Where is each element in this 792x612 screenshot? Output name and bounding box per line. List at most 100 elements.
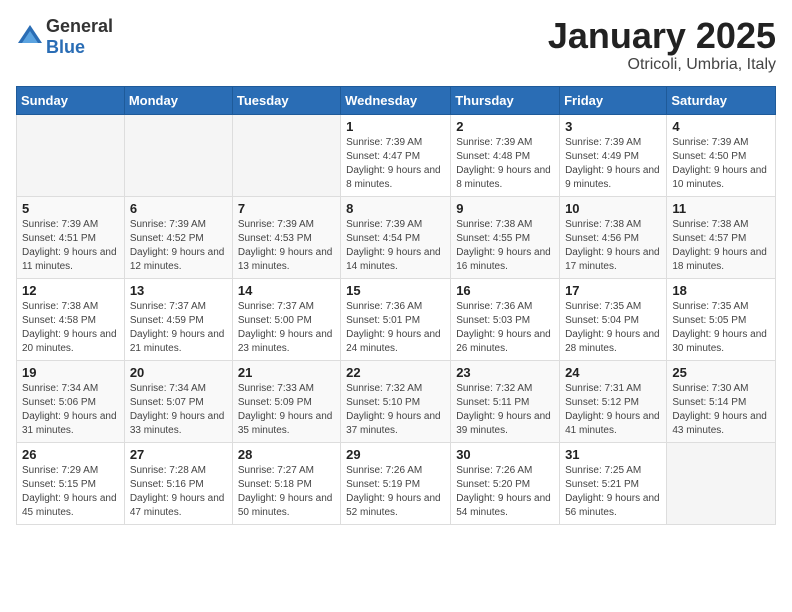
calendar-day-cell: 21 Sunrise: 7:33 AM Sunset: 5:09 PM Dayli… xyxy=(232,360,340,442)
calendar-day-cell: 28 Sunrise: 7:27 AM Sunset: 5:18 PM Dayli… xyxy=(232,442,340,524)
calendar-header-row: SundayMondayTuesdayWednesdayThursdayFrid… xyxy=(17,86,776,114)
day-info: Sunrise: 7:39 AM Sunset: 4:50 PM Dayligh… xyxy=(672,136,770,192)
day-number: 15 xyxy=(346,283,445,298)
day-number: 9 xyxy=(456,201,554,216)
calendar-day-cell: 30Sunrise: 7:26 AM Sunset: 5:20 PM Dayli… xyxy=(451,442,560,524)
calendar-day-cell: 25 Sunrise: 7:30 AM Sunset: 5:14 PM Dayli… xyxy=(667,360,776,442)
day-number: 26 xyxy=(22,447,119,462)
day-info: Sunrise: 7:36 AM Sunset: 5:03 PM Dayligh… xyxy=(456,300,554,356)
weekday-header: Sunday xyxy=(17,86,125,114)
calendar-day-cell: 1 Sunrise: 7:39 AM Sunset: 4:47 PM Daylig… xyxy=(341,114,451,196)
calendar-day-cell xyxy=(232,114,340,196)
day-info: Sunrise: 7:26 AM Sunset: 5:19 PM Dayligh… xyxy=(346,464,445,520)
calendar-day-cell: 5 Sunrise: 7:39 AM Sunset: 4:51 PM Daylig… xyxy=(17,196,125,278)
calendar-day-cell: 23 Sunrise: 7:32 AM Sunset: 5:11 PM Dayli… xyxy=(451,360,560,442)
calendar-day-cell: 6 Sunrise: 7:39 AM Sunset: 4:52 PM Daylig… xyxy=(124,196,232,278)
calendar-day-cell: 22 Sunrise: 7:32 AM Sunset: 5:10 PM Dayli… xyxy=(341,360,451,442)
day-info: Sunrise: 7:32 AM Sunset: 5:11 PM Dayligh… xyxy=(456,382,554,438)
day-number: 25 xyxy=(672,365,770,380)
day-number: 28 xyxy=(238,447,335,462)
logo: General Blue xyxy=(16,16,113,58)
calendar-day-cell xyxy=(124,114,232,196)
logo-icon xyxy=(16,23,44,51)
day-number: 17 xyxy=(565,283,661,298)
weekday-header: Tuesday xyxy=(232,86,340,114)
weekday-header: Monday xyxy=(124,86,232,114)
logo-general-text: General xyxy=(46,16,113,36)
day-number: 23 xyxy=(456,365,554,380)
day-number: 6 xyxy=(130,201,227,216)
calendar-day-cell: 20Sunrise: 7:34 AM Sunset: 5:07 PM Dayli… xyxy=(124,360,232,442)
day-number: 5 xyxy=(22,201,119,216)
weekday-header: Saturday xyxy=(667,86,776,114)
day-number: 13 xyxy=(130,283,227,298)
calendar-day-cell: 10Sunrise: 7:38 AM Sunset: 4:56 PM Dayli… xyxy=(560,196,667,278)
day-number: 3 xyxy=(565,119,661,134)
day-info: Sunrise: 7:39 AM Sunset: 4:48 PM Dayligh… xyxy=(456,136,554,192)
day-info: Sunrise: 7:38 AM Sunset: 4:57 PM Dayligh… xyxy=(672,218,770,274)
calendar-week-row: 19Sunrise: 7:34 AM Sunset: 5:06 PM Dayli… xyxy=(17,360,776,442)
day-number: 21 xyxy=(238,365,335,380)
calendar-day-cell: 15 Sunrise: 7:36 AM Sunset: 5:01 PM Dayli… xyxy=(341,278,451,360)
day-number: 1 xyxy=(346,119,445,134)
day-number: 2 xyxy=(456,119,554,134)
calendar-week-row: 12Sunrise: 7:38 AM Sunset: 4:58 PM Dayli… xyxy=(17,278,776,360)
calendar-week-row: 5 Sunrise: 7:39 AM Sunset: 4:51 PM Daylig… xyxy=(17,196,776,278)
weekday-header: Thursday xyxy=(451,86,560,114)
day-number: 8 xyxy=(346,201,445,216)
day-info: Sunrise: 7:39 AM Sunset: 4:53 PM Dayligh… xyxy=(238,218,335,274)
day-number: 11 xyxy=(672,201,770,216)
day-info: Sunrise: 7:36 AM Sunset: 5:01 PM Dayligh… xyxy=(346,300,445,356)
day-number: 31 xyxy=(565,447,661,462)
day-info: Sunrise: 7:38 AM Sunset: 4:58 PM Dayligh… xyxy=(22,300,119,356)
calendar-day-cell: 16 Sunrise: 7:36 AM Sunset: 5:03 PM Dayli… xyxy=(451,278,560,360)
day-number: 14 xyxy=(238,283,335,298)
day-info: Sunrise: 7:38 AM Sunset: 4:55 PM Dayligh… xyxy=(456,218,554,274)
calendar-day-cell: 11 Sunrise: 7:38 AM Sunset: 4:57 PM Dayli… xyxy=(667,196,776,278)
day-info: Sunrise: 7:38 AM Sunset: 4:56 PM Dayligh… xyxy=(565,218,661,274)
day-number: 20 xyxy=(130,365,227,380)
day-info: Sunrise: 7:33 AM Sunset: 5:09 PM Dayligh… xyxy=(238,382,335,438)
day-info: Sunrise: 7:37 AM Sunset: 4:59 PM Dayligh… xyxy=(130,300,227,356)
day-number: 16 xyxy=(456,283,554,298)
day-info: Sunrise: 7:30 AM Sunset: 5:14 PM Dayligh… xyxy=(672,382,770,438)
calendar-day-cell: 14 Sunrise: 7:37 AM Sunset: 5:00 PM Dayli… xyxy=(232,278,340,360)
calendar-day-cell: 24 Sunrise: 7:31 AM Sunset: 5:12 PM Dayli… xyxy=(560,360,667,442)
day-info: Sunrise: 7:35 AM Sunset: 5:04 PM Dayligh… xyxy=(565,300,661,356)
day-info: Sunrise: 7:39 AM Sunset: 4:47 PM Dayligh… xyxy=(346,136,445,192)
calendar-day-cell: 18Sunrise: 7:35 AM Sunset: 5:05 PM Dayli… xyxy=(667,278,776,360)
day-info: Sunrise: 7:32 AM Sunset: 5:10 PM Dayligh… xyxy=(346,382,445,438)
day-number: 22 xyxy=(346,365,445,380)
day-info: Sunrise: 7:39 AM Sunset: 4:52 PM Dayligh… xyxy=(130,218,227,274)
calendar-day-cell: 8 Sunrise: 7:39 AM Sunset: 4:54 PM Daylig… xyxy=(341,196,451,278)
calendar-day-cell: 13 Sunrise: 7:37 AM Sunset: 4:59 PM Dayli… xyxy=(124,278,232,360)
calendar-day-cell: 17 Sunrise: 7:35 AM Sunset: 5:04 PM Dayli… xyxy=(560,278,667,360)
calendar-day-cell: 2 Sunrise: 7:39 AM Sunset: 4:48 PM Daylig… xyxy=(451,114,560,196)
title-block: January 2025 Otricoli, Umbria, Italy xyxy=(548,16,776,74)
day-number: 30 xyxy=(456,447,554,462)
day-number: 27 xyxy=(130,447,227,462)
weekday-header: Wednesday xyxy=(341,86,451,114)
calendar-day-cell: 7Sunrise: 7:39 AM Sunset: 4:53 PM Daylig… xyxy=(232,196,340,278)
day-number: 19 xyxy=(22,365,119,380)
day-info: Sunrise: 7:27 AM Sunset: 5:18 PM Dayligh… xyxy=(238,464,335,520)
day-number: 29 xyxy=(346,447,445,462)
day-info: Sunrise: 7:39 AM Sunset: 4:51 PM Dayligh… xyxy=(22,218,119,274)
page-header: General Blue January 2025 Otricoli, Umbr… xyxy=(16,16,776,74)
day-number: 4 xyxy=(672,119,770,134)
month-title: January 2025 xyxy=(548,16,776,56)
calendar-day-cell: 27 Sunrise: 7:28 AM Sunset: 5:16 PM Dayli… xyxy=(124,442,232,524)
calendar-day-cell: 4 Sunrise: 7:39 AM Sunset: 4:50 PM Daylig… xyxy=(667,114,776,196)
day-info: Sunrise: 7:28 AM Sunset: 5:16 PM Dayligh… xyxy=(130,464,227,520)
day-info: Sunrise: 7:37 AM Sunset: 5:00 PM Dayligh… xyxy=(238,300,335,356)
calendar-day-cell: 9 Sunrise: 7:38 AM Sunset: 4:55 PM Daylig… xyxy=(451,196,560,278)
calendar-day-cell: 26 Sunrise: 7:29 AM Sunset: 5:15 PM Dayli… xyxy=(17,442,125,524)
day-info: Sunrise: 7:39 AM Sunset: 4:54 PM Dayligh… xyxy=(346,218,445,274)
calendar-day-cell xyxy=(667,442,776,524)
day-number: 24 xyxy=(565,365,661,380)
calendar-day-cell: 3Sunrise: 7:39 AM Sunset: 4:49 PM Daylig… xyxy=(560,114,667,196)
day-info: Sunrise: 7:31 AM Sunset: 5:12 PM Dayligh… xyxy=(565,382,661,438)
calendar-day-cell: 12Sunrise: 7:38 AM Sunset: 4:58 PM Dayli… xyxy=(17,278,125,360)
calendar-day-cell xyxy=(17,114,125,196)
day-info: Sunrise: 7:29 AM Sunset: 5:15 PM Dayligh… xyxy=(22,464,119,520)
